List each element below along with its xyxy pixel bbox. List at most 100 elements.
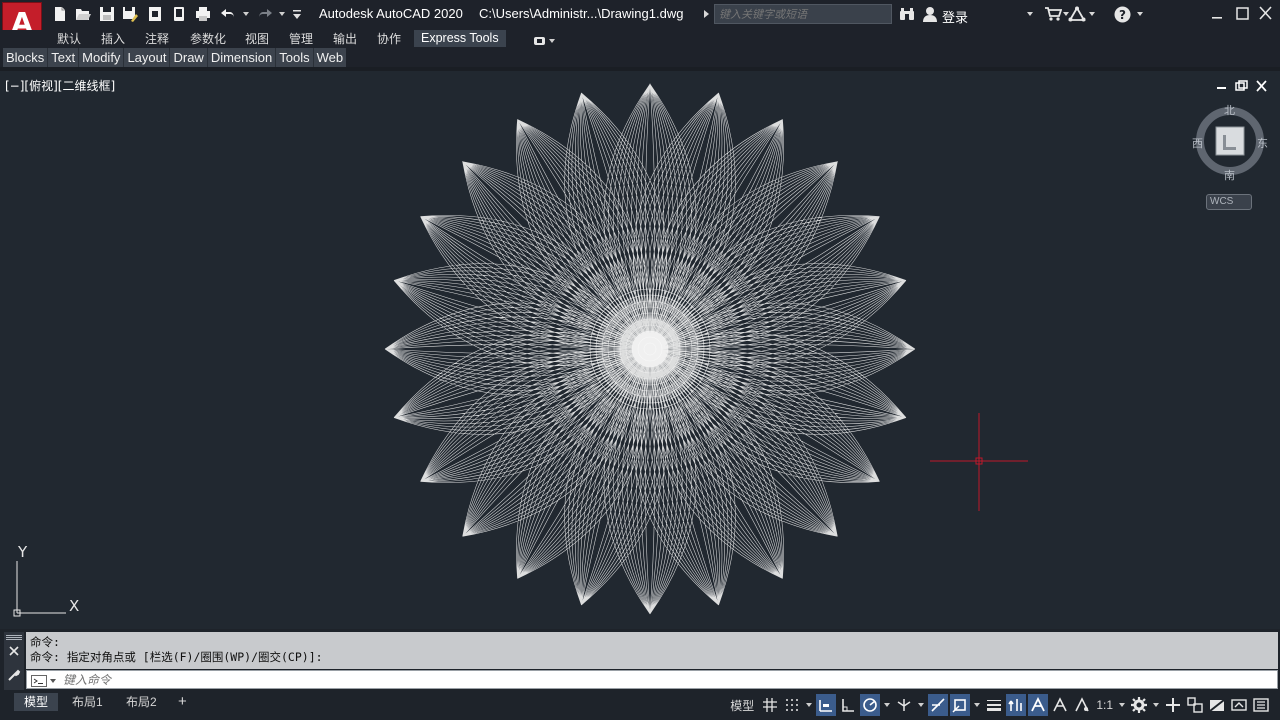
scale-dropdown-caret[interactable] (1119, 703, 1125, 707)
infer-constraints-icon[interactable] (816, 694, 837, 716)
open-file-icon[interactable] (74, 6, 92, 24)
object-snap-dropdown-caret[interactable] (974, 703, 981, 707)
maximize-window-icon[interactable] (1232, 5, 1252, 23)
compass-north[interactable]: 北 (1224, 102, 1235, 118)
svg-text:?: ? (1119, 8, 1126, 22)
menu-web[interactable]: Web (314, 48, 347, 67)
autocad-window: A Autodesk AutoCAD 2020 C:\Users\Adminis… (0, 0, 1280, 720)
ucs-icon[interactable]: Y X (8, 541, 88, 626)
menu-layout[interactable]: Layout (124, 48, 171, 67)
annotation-visibility-icon[interactable] (1028, 694, 1049, 716)
lineweight-icon[interactable] (984, 694, 1004, 716)
help-dropdown-caret[interactable] (1137, 12, 1143, 16)
redo-icon[interactable] (256, 6, 274, 24)
tab-insert[interactable]: 插入 (101, 31, 125, 47)
snap-dropdown-caret[interactable] (806, 703, 813, 707)
command-line-close-icon[interactable] (7, 644, 21, 663)
command-line-customize-icon[interactable] (7, 668, 21, 687)
compass-east[interactable]: 东 (1257, 135, 1268, 151)
compass-west[interactable]: 西 (1192, 135, 1203, 151)
tab-output[interactable]: 输出 (333, 31, 357, 47)
save-icon[interactable] (98, 6, 116, 24)
undo-dropdown-caret[interactable] (243, 12, 249, 16)
viewport-close-icon[interactable] (1255, 79, 1269, 97)
model-space-button[interactable]: 模型 (726, 694, 758, 716)
snap-mode-icon[interactable] (782, 694, 802, 716)
menu-dimension[interactable]: Dimension (208, 48, 277, 67)
autodesk-app-store-icon[interactable] (1044, 6, 1063, 25)
search-expand-caret[interactable] (704, 10, 709, 18)
tab-model-layout[interactable]: 模型 (14, 693, 59, 711)
tab-manage[interactable]: 管理 (289, 31, 313, 47)
auto-scale-icon[interactable] (1050, 694, 1070, 716)
workspace-switching-gear-icon[interactable] (1129, 694, 1149, 716)
command-line-sidebar (4, 632, 24, 690)
object-snap-tracking-icon[interactable] (928, 694, 949, 716)
undo-icon[interactable] (219, 6, 237, 24)
tab-layout-1[interactable]: 布局1 (62, 693, 113, 711)
ortho-mode-icon[interactable] (838, 694, 858, 716)
menu-modify[interactable]: Modify (79, 48, 125, 67)
close-window-icon[interactable] (1256, 5, 1276, 23)
search-input[interactable] (719, 8, 887, 21)
tab-express-tools[interactable]: Express Tools (414, 30, 506, 47)
isometric-dropdown-caret[interactable] (918, 703, 925, 707)
tab-view[interactable]: 视图 (245, 31, 269, 47)
tab-layout-2[interactable]: 布局2 (116, 693, 167, 711)
command-input-field[interactable] (26, 670, 1278, 689)
menu-blocks[interactable]: Blocks (3, 48, 49, 67)
wcs-menu-button[interactable]: WCS (1206, 194, 1252, 210)
web-mobile-open-icon[interactable] (146, 6, 164, 24)
polar-tracking-icon[interactable] (860, 694, 881, 716)
search-field[interactable] (714, 4, 892, 24)
command-input[interactable] (63, 672, 1263, 688)
title-bar: A Autodesk AutoCAD 2020 C:\Users\Adminis… (0, 0, 1280, 42)
a360-connect-icon[interactable] (1068, 6, 1086, 25)
viewport-restore-icon[interactable] (1235, 79, 1249, 97)
annotation-scale-selector[interactable]: 1:1 (1094, 694, 1115, 716)
user-icon[interactable] (922, 6, 938, 25)
new-file-icon[interactable] (51, 6, 69, 24)
compass-south[interactable]: 南 (1224, 167, 1235, 183)
menu-draw[interactable]: Draw (170, 48, 208, 67)
units-icon[interactable] (1185, 694, 1205, 716)
add-layout-button[interactable]: + (168, 693, 197, 711)
minimize-window-icon[interactable] (1207, 5, 1227, 23)
model-space-label: 模型 (730, 698, 755, 713)
ucs-y-label: Y (18, 543, 28, 561)
object-snap-icon[interactable] (950, 694, 971, 716)
viewcube[interactable]: 北 南 东 西 (1192, 102, 1268, 182)
flower-drawing[interactable] (0, 71, 1280, 629)
hardware-acceleration-icon[interactable] (1229, 694, 1249, 716)
help-icon[interactable]: ? (1114, 6, 1131, 26)
tab-parametric[interactable]: 参数化 (190, 31, 226, 47)
connect-dropdown-caret[interactable] (1089, 12, 1095, 16)
web-mobile-save-icon[interactable] (170, 6, 188, 24)
menu-tools[interactable]: Tools (276, 48, 314, 67)
login-link[interactable]: 登录 (942, 7, 968, 26)
menu-text[interactable]: Text (48, 48, 80, 67)
login-dropdown-caret[interactable] (1027, 12, 1033, 16)
grid-icon[interactable] (760, 694, 780, 716)
file-path: C:\Users\Administr...\Drawing1.dwg (479, 6, 684, 21)
workspace-dropdown-caret[interactable] (1153, 703, 1159, 707)
clean-screen-icon[interactable] (1251, 694, 1271, 716)
selection-cycling-icon[interactable] (1006, 694, 1027, 716)
viewport-minimize-icon[interactable] (1215, 79, 1229, 97)
annotation-monitor-plus-icon[interactable] (1163, 694, 1183, 716)
drawing-area[interactable]: [−][俯视][二维线框] 北 南 东 西 WCS Y X (0, 71, 1280, 629)
plot-icon[interactable] (194, 6, 212, 24)
tab-annotate[interactable]: 注释 (145, 31, 169, 47)
ucs-x-label: X (69, 597, 80, 615)
redo-dropdown-caret[interactable] (279, 12, 285, 16)
wcs-label: WCS (1210, 196, 1234, 207)
polar-dropdown-caret[interactable] (884, 703, 891, 707)
isolate-objects-icon[interactable] (1207, 694, 1227, 716)
tab-default[interactable]: 默认 (57, 31, 81, 47)
customize-toolbar-icon[interactable] (288, 6, 306, 24)
binoculars-search-icon[interactable] (899, 7, 915, 24)
tab-collaborate[interactable]: 协作 (377, 31, 401, 47)
isometric-drafting-icon[interactable] (894, 694, 914, 716)
annotation-scale-icon[interactable] (1072, 694, 1092, 716)
save-as-icon[interactable] (121, 6, 139, 24)
